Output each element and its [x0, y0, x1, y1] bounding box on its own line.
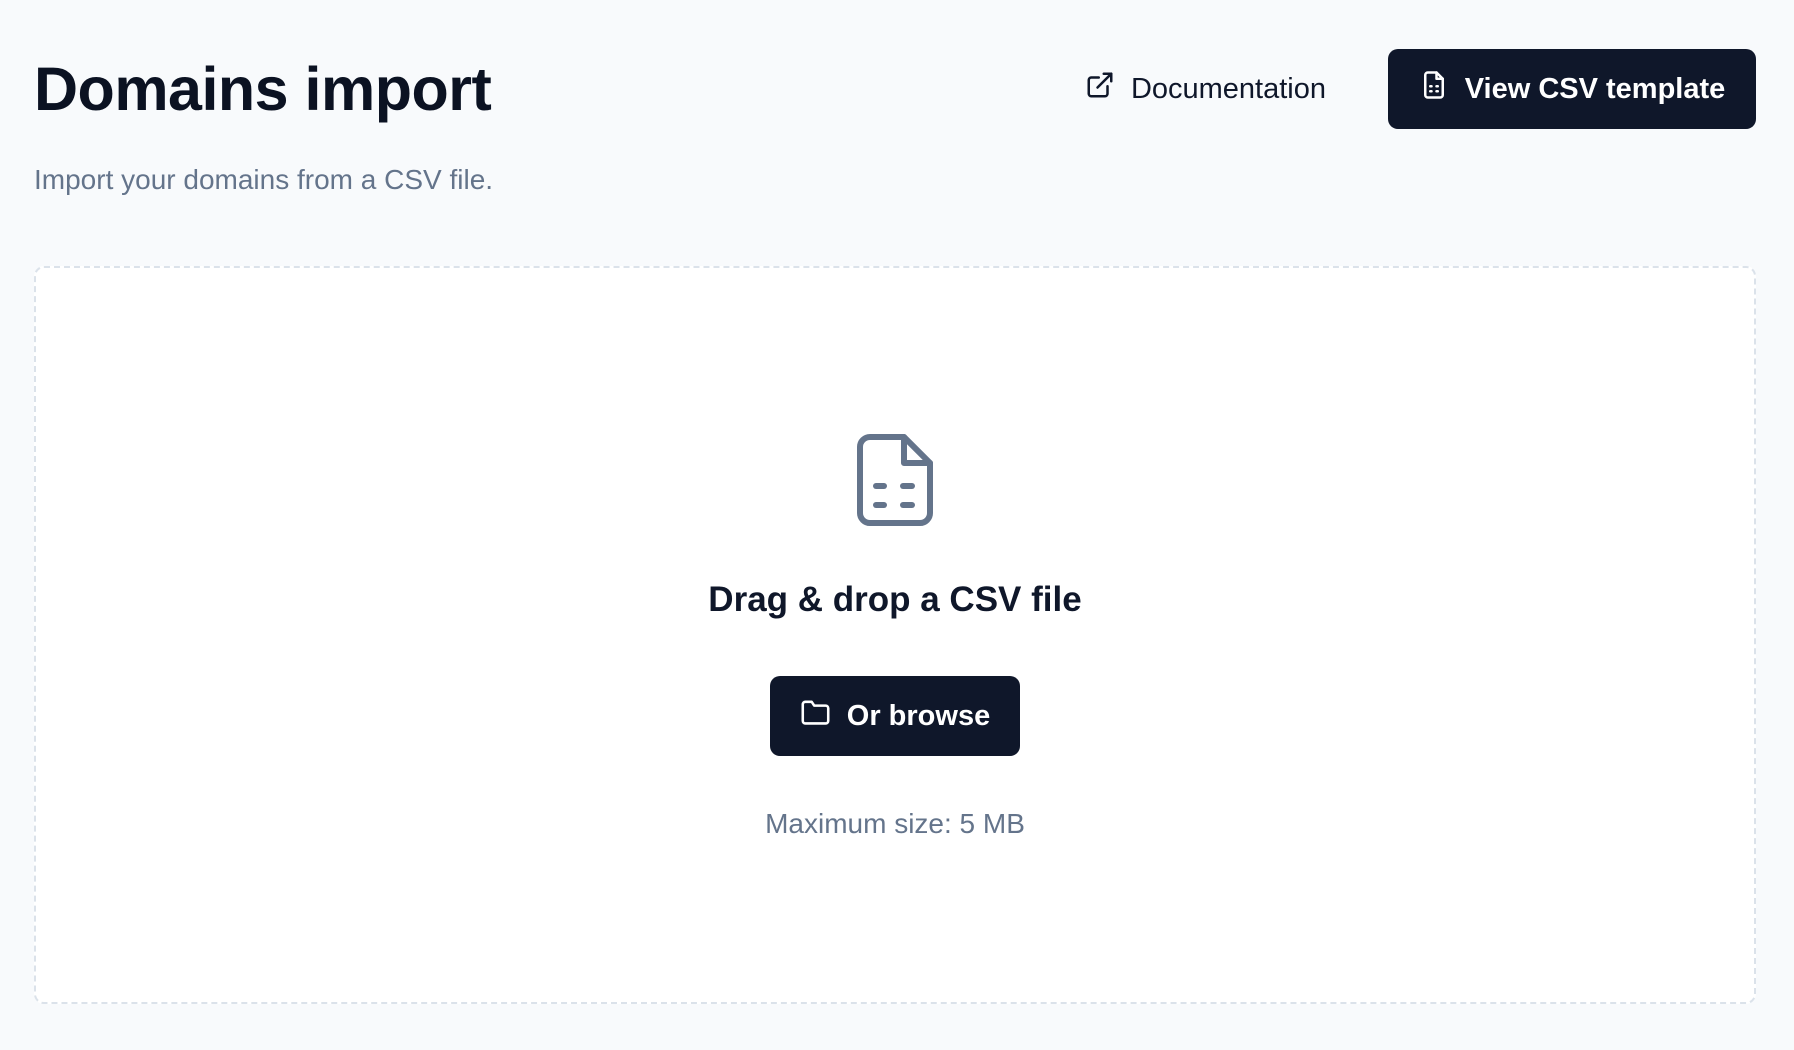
header-actions: Documentation View CSV template — [1085, 49, 1756, 129]
browse-label: Or browse — [846, 699, 991, 732]
page-title: Domains import — [34, 54, 492, 123]
page-subtitle: Import your domains from a CSV file. — [34, 164, 494, 195]
view-csv-template-label: View CSV template — [1464, 72, 1726, 105]
browse-button[interactable]: Or browse — [770, 676, 1020, 756]
dropzone-title: Drag & drop a CSV file — [708, 580, 1082, 619]
maximum-size-text: Maximum size: 5 MB — [765, 808, 1025, 839]
external-link-icon — [1085, 70, 1115, 108]
domains-import-page: Domains import Documentation View CSV te… — [0, 0, 1794, 1050]
file-spreadsheet-icon — [853, 432, 937, 528]
csv-dropzone[interactable]: Drag & drop a CSV file Or browse Maximum… — [34, 266, 1756, 1004]
view-csv-template-button[interactable]: View CSV template — [1388, 49, 1756, 129]
folder-icon — [800, 698, 831, 734]
page-header: Domains import Documentation View CSV te… — [34, 48, 1756, 130]
documentation-label: Documentation — [1130, 72, 1326, 105]
file-spreadsheet-icon — [1419, 70, 1449, 108]
documentation-link[interactable]: Documentation — [1085, 49, 1326, 129]
